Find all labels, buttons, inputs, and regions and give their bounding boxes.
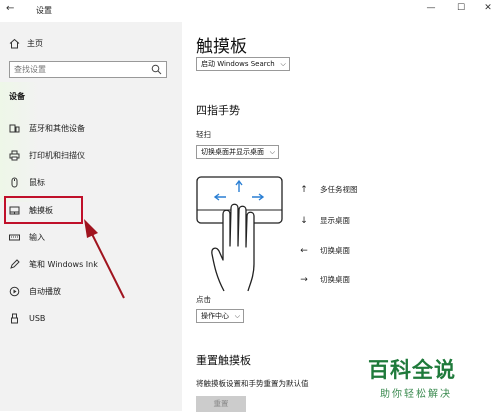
gesture-right-row: → 切换桌面 — [298, 274, 350, 285]
usb-icon — [8, 312, 20, 324]
gesture-up-row: ↑ 多任务视图 — [298, 184, 358, 195]
keyboard-icon — [8, 231, 20, 243]
main-panel: 触摸板 启动 Windows Search ⌵ 四指手势 轻扫 切换桌面并显示桌… — [182, 22, 500, 412]
gesture-label: 切换桌面 — [320, 275, 350, 284]
reset-button[interactable]: 重置 — [196, 396, 246, 412]
reset-heading: 重置触摸板 — [196, 354, 251, 367]
printer-icon — [8, 149, 20, 161]
sidebar-item-label: 蓝牙和其他设备 — [29, 123, 85, 133]
sidebar-item-pen[interactable]: 笔和 Windows Ink — [0, 252, 182, 276]
swipe-label: 轻扫 — [196, 130, 211, 139]
arrow-right-icon: → — [300, 274, 308, 285]
chevron-down-icon: ⌵ — [269, 148, 275, 156]
touchpad-highlight-box — [4, 196, 83, 224]
arrow-left-icon: ← — [300, 245, 308, 256]
watermark-title: 百科全说 — [368, 358, 456, 382]
search-box[interactable] — [9, 61, 167, 78]
bluetooth-devices-icon — [8, 122, 20, 134]
title-bar: ← 设置 — ☐ ✕ — [0, 0, 500, 22]
reset-description: 将触摸板设置和手势重置为默认值 — [196, 379, 309, 388]
sidebar-item-label: 输入 — [29, 232, 45, 242]
section-heading-devices: 设备 — [9, 92, 25, 101]
windows-search-select[interactable]: 启动 Windows Search ⌵ — [196, 57, 290, 71]
sidebar-item-autoplay[interactable]: 自动播放 — [0, 279, 182, 303]
search-input[interactable] — [14, 63, 144, 76]
arrow-down-icon: ↓ — [300, 215, 308, 226]
select-value: 切换桌面并显示桌面 — [201, 148, 264, 156]
gesture-label: 切换桌面 — [320, 246, 350, 255]
chevron-down-icon: ⌵ — [234, 312, 240, 320]
four-finger-gesture-illustration — [196, 176, 283, 292]
sidebar-item-label: 鼠标 — [29, 177, 45, 187]
window-title: 设置 — [36, 6, 52, 15]
gesture-left-row: ← 切换桌面 — [298, 245, 350, 256]
sidebar-item-label: USB — [29, 313, 46, 323]
search-icon[interactable] — [151, 64, 162, 75]
page-title: 触摸板 — [196, 37, 247, 57]
sidebar-item-mouse[interactable]: 鼠标 — [0, 170, 182, 194]
gesture-label: 多任务视图 — [320, 185, 358, 194]
select-value: 操作中心 — [201, 312, 229, 320]
autoplay-icon — [8, 285, 20, 297]
watermark-logo: 百科全说 助你轻松解决 — [368, 354, 456, 400]
back-arrow-icon[interactable]: ← — [6, 3, 14, 14]
maximize-button[interactable]: ☐ — [451, 3, 471, 17]
arrow-up-icon: ↑ — [300, 184, 308, 195]
chevron-down-icon: ⌵ — [280, 60, 286, 68]
pen-icon — [8, 258, 20, 270]
sidebar-item-label: 笔和 Windows Ink — [29, 259, 98, 269]
home-icon — [9, 38, 20, 49]
watermark-subtitle: 助你轻松解决 — [380, 389, 452, 400]
sidebar-item-typing[interactable]: 输入 — [0, 225, 182, 249]
sidebar-item-usb[interactable]: USB — [0, 306, 182, 330]
sidebar-item-printers[interactable]: 打印机和扫描仪 — [0, 143, 182, 167]
home-label: 主页 — [27, 39, 43, 48]
tap-select[interactable]: 操作中心 ⌵ — [196, 309, 244, 323]
sidebar-item-label: 自动播放 — [29, 286, 61, 296]
sidebar-item-bluetooth[interactable]: 蓝牙和其他设备 — [0, 116, 182, 140]
sidebar-item-label: 打印机和扫描仪 — [29, 150, 85, 160]
swipe-select[interactable]: 切换桌面并显示桌面 ⌵ — [196, 145, 279, 159]
select-value: 启动 Windows Search — [201, 60, 275, 68]
gesture-label: 显示桌面 — [320, 216, 350, 225]
sidebar-home[interactable]: 主页 — [9, 38, 43, 49]
four-finger-heading: 四指手势 — [196, 104, 240, 117]
gesture-down-row: ↓ 显示桌面 — [298, 215, 350, 226]
close-button[interactable]: ✕ — [478, 3, 498, 17]
mouse-icon — [8, 176, 20, 188]
tap-label: 点击 — [196, 295, 211, 304]
minimize-button[interactable]: — — [421, 3, 441, 17]
